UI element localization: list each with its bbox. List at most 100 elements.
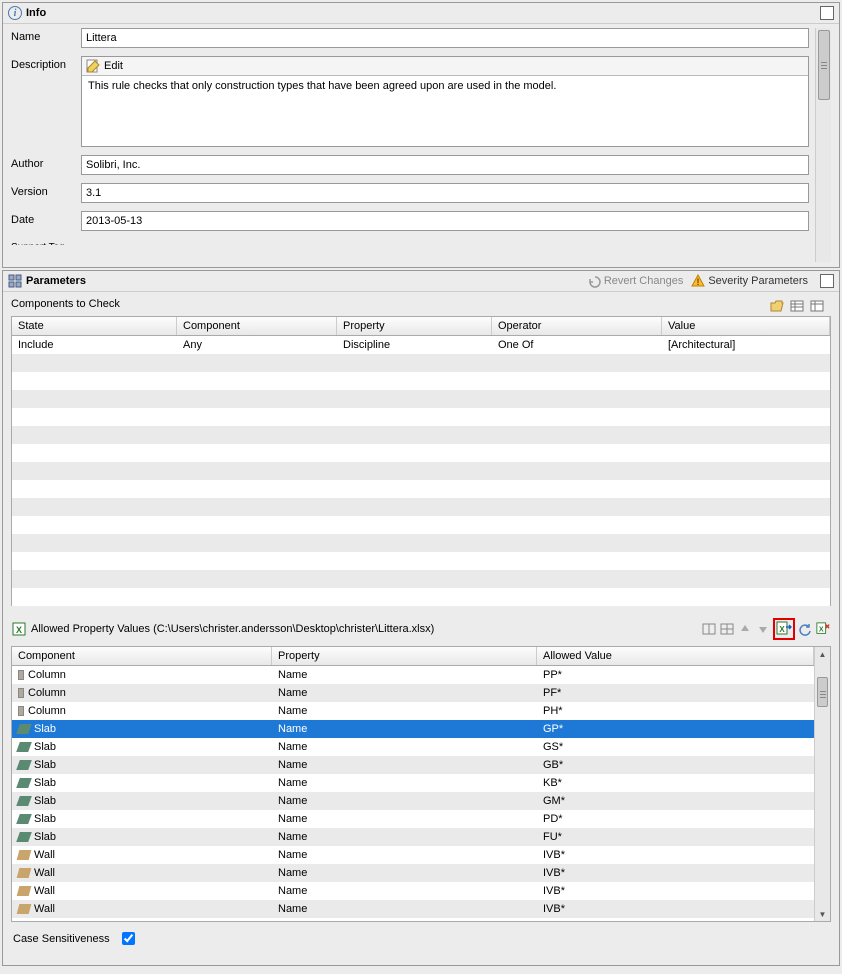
table-row[interactable] xyxy=(12,462,830,480)
date-input[interactable] xyxy=(81,211,809,231)
slab-icon xyxy=(16,724,32,734)
table-row[interactable] xyxy=(12,480,830,498)
severity-parameters-button[interactable]: ! Severity Parameters xyxy=(691,274,808,288)
table-row[interactable] xyxy=(12,354,830,372)
table-row[interactable]: SlabNameGS* xyxy=(12,738,814,756)
table-row[interactable] xyxy=(12,570,830,588)
description-text[interactable]: This rule checks that only construction … xyxy=(82,76,808,146)
cell-property: Discipline xyxy=(337,337,492,353)
table-row[interactable]: SlabNameGM* xyxy=(12,792,814,810)
edit-bar[interactable]: Edit xyxy=(82,57,808,76)
scroll-thumb[interactable] xyxy=(817,677,828,707)
cell-component: Wall xyxy=(12,865,272,881)
cell-component: Column xyxy=(12,703,272,719)
table-row[interactable] xyxy=(12,516,830,534)
move-up-icon[interactable] xyxy=(737,621,753,637)
info-icon: i xyxy=(8,6,22,20)
column-icon xyxy=(18,670,24,680)
slab-icon xyxy=(16,814,32,824)
revert-changes-button[interactable]: Revert Changes xyxy=(587,274,684,288)
cell-value: [Architectural] xyxy=(662,337,830,353)
svg-text:X: X xyxy=(819,627,824,634)
edit-icon xyxy=(86,59,100,73)
allowed-header: X Allowed Property Values (C:\Users\chri… xyxy=(3,614,839,644)
table-row[interactable] xyxy=(12,390,830,408)
table-row[interactable]: ColumnNamePF* xyxy=(12,684,814,702)
table-row[interactable] xyxy=(12,426,830,444)
table-row[interactable]: SlabNamePD* xyxy=(12,810,814,828)
col-property[interactable]: Property xyxy=(272,647,537,665)
cell-property: Name xyxy=(272,793,537,809)
slab-icon xyxy=(16,796,32,806)
table-row[interactable] xyxy=(12,408,830,426)
info-panel: i Info Name Description Edit xyxy=(2,2,840,268)
table-row[interactable] xyxy=(12,588,830,606)
svg-text:X: X xyxy=(16,625,22,635)
col-operator[interactable]: Operator xyxy=(492,317,662,335)
maximize-icon[interactable] xyxy=(820,6,834,20)
col-state[interactable]: State xyxy=(12,317,177,335)
table-row[interactable]: SlabNameKB* xyxy=(12,774,814,792)
scroll-up-arrow[interactable]: ▲ xyxy=(815,647,830,661)
table-row[interactable]: WallNameIVB* xyxy=(12,846,814,864)
table-icon-1[interactable] xyxy=(701,621,717,637)
author-label: Author xyxy=(11,155,81,170)
import-excel-highlighted[interactable]: X xyxy=(773,618,795,640)
table-icon-2[interactable] xyxy=(719,621,735,637)
table-row[interactable]: SlabNameFU* xyxy=(12,828,814,846)
cell-property: Name xyxy=(272,811,537,827)
table-row[interactable] xyxy=(12,444,830,462)
column-icon xyxy=(18,706,24,716)
maximize-icon[interactable] xyxy=(820,274,834,288)
table-row[interactable]: SlabNameGP* xyxy=(12,720,814,738)
table-row[interactable]: WallNameIVB* xyxy=(12,882,814,900)
col-value[interactable]: Value xyxy=(662,317,830,335)
col-component[interactable]: Component xyxy=(177,317,337,335)
delete-row-icon[interactable] xyxy=(809,298,825,314)
cell-property: Name xyxy=(272,685,537,701)
cell-component: Any xyxy=(177,337,337,353)
table-row[interactable]: WallNameIVB* xyxy=(12,900,814,918)
scroll-down-arrow[interactable]: ▼ xyxy=(815,907,830,921)
slab-icon xyxy=(16,778,32,788)
cell-allowed-value: IVB* xyxy=(537,865,814,881)
cell-allowed-value: IVB* xyxy=(537,847,814,863)
refresh-icon[interactable] xyxy=(797,621,813,637)
table-row[interactable] xyxy=(12,372,830,390)
col-component[interactable]: Component xyxy=(12,647,272,665)
version-input[interactable] xyxy=(81,183,809,203)
allowed-scrollbar[interactable]: ▲ ▼ xyxy=(814,647,830,921)
table-row[interactable] xyxy=(12,552,830,570)
column-icon xyxy=(18,688,24,698)
severity-parameters-label: Severity Parameters xyxy=(708,275,808,287)
export-excel-icon[interactable]: X xyxy=(815,621,831,637)
add-row-icon[interactable] xyxy=(789,298,805,314)
table-row[interactable] xyxy=(12,498,830,516)
cell-allowed-value: PP* xyxy=(537,667,814,683)
table-row[interactable]: ColumnNamePH* xyxy=(12,702,814,720)
cell-allowed-value: PH* xyxy=(537,703,814,719)
cell-component: Slab xyxy=(12,793,272,809)
info-panel-title: Info xyxy=(26,7,820,19)
author-input[interactable] xyxy=(81,155,809,175)
revert-changes-label: Revert Changes xyxy=(604,275,684,287)
allowed-table[interactable]: Component Property Allowed Value ColumnN… xyxy=(11,646,831,922)
name-input[interactable] xyxy=(81,28,809,48)
table-row[interactable]: SlabNameGB* xyxy=(12,756,814,774)
col-property[interactable]: Property xyxy=(337,317,492,335)
table-row[interactable]: ColumnNamePP* xyxy=(12,666,814,684)
case-sensitiveness-checkbox[interactable] xyxy=(122,932,135,945)
cell-property: Name xyxy=(272,739,537,755)
cell-component: Wall xyxy=(12,847,272,863)
edit-label: Edit xyxy=(104,60,123,72)
table-row[interactable]: IncludeAnyDisciplineOne Of[Architectural… xyxy=(12,336,830,354)
table-row[interactable] xyxy=(12,534,830,552)
components-table[interactable]: State Component Property Operator Value … xyxy=(11,316,831,606)
info-scrollbar[interactable] xyxy=(815,28,831,262)
open-folder-icon[interactable] xyxy=(769,298,785,314)
table-row[interactable]: WallNameIVB* xyxy=(12,864,814,882)
col-allowed-value[interactable]: Allowed Value xyxy=(537,647,814,665)
slab-icon xyxy=(16,832,32,842)
cell-allowed-value: PD* xyxy=(537,811,814,827)
move-down-icon[interactable] xyxy=(755,621,771,637)
